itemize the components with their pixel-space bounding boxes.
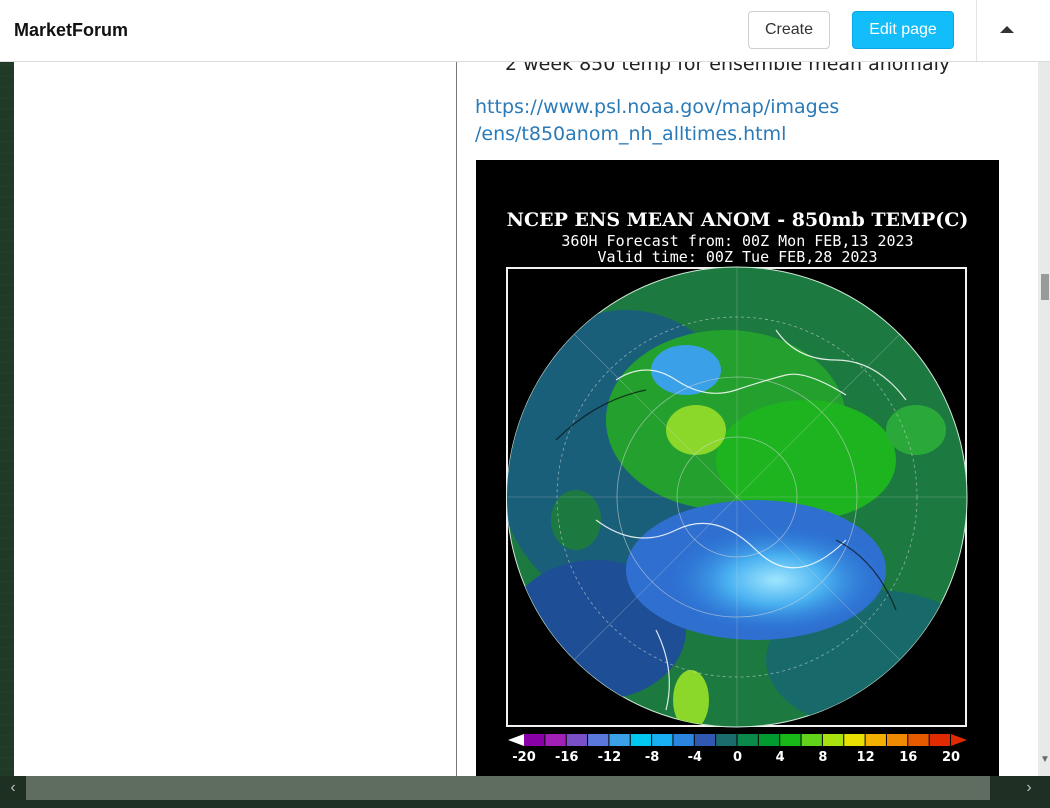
colorbar-cell <box>780 734 801 746</box>
colorbar-tick-label: -8 <box>645 750 659 765</box>
colorbar-cell <box>673 734 694 746</box>
link-line-1[interactable]: https://www.psl.noaa.gov/map/images <box>475 94 875 121</box>
edit-page-button[interactable]: Edit page <box>852 11 954 49</box>
colorbar-cell <box>524 734 545 746</box>
colorbar-cell <box>886 734 908 746</box>
vertical-scrollbar[interactable] <box>1038 62 1050 776</box>
caret-up-icon[interactable] <box>1000 26 1014 33</box>
colorbar-tick-label: 4 <box>776 750 785 765</box>
colorbar-tick-label: 8 <box>818 750 827 765</box>
colorbar-tick-label: 0 <box>733 750 742 765</box>
colorbar-cell <box>630 734 652 746</box>
colorbar-cell <box>801 734 822 746</box>
colorbar-tick-label: 12 <box>857 750 875 765</box>
colorbar-cell <box>652 734 673 746</box>
colorbar-cell <box>545 734 566 746</box>
colorbar-cell <box>737 734 758 746</box>
polar-map <box>506 266 968 728</box>
noaa-map-link[interactable]: https://www.psl.noaa.gov/map/images /ens… <box>475 94 875 148</box>
chevron-down-icon[interactable]: ▼ <box>1040 752 1050 768</box>
horizontal-scrollbar-thumb[interactable] <box>26 776 990 800</box>
colorbar-cell <box>566 734 588 746</box>
colorbar-right-arrow <box>951 734 967 746</box>
colorbar-tick-label: 20 <box>942 750 960 765</box>
chevron-left-icon[interactable]: ‹ <box>0 776 26 800</box>
colorbar-cell <box>844 734 865 746</box>
colorbar-left-arrow <box>508 734 524 746</box>
colorbar-tick-label: 16 <box>899 750 917 765</box>
colorbar-cell <box>588 734 609 746</box>
colorbar-cell <box>929 734 950 746</box>
header-divider <box>976 0 977 61</box>
create-button[interactable]: Create <box>748 11 830 49</box>
chevron-right-icon[interactable]: › <box>1016 776 1042 800</box>
site-brand[interactable]: MarketForum <box>14 20 128 41</box>
vertical-scrollbar-thumb[interactable] <box>1041 274 1049 300</box>
colorbar-cell <box>716 734 737 746</box>
colorbar-cell <box>694 734 716 746</box>
forecast-map-image: NCEP ENS MEAN ANOM - 850mb TEMP(C) 360H … <box>476 160 999 776</box>
colorbar-cell <box>758 734 780 746</box>
colorbar-tick-label: -4 <box>688 750 702 765</box>
link-line-2[interactable]: /ens/t850anom_nh_alltimes.html <box>475 121 875 148</box>
right-margin <box>1019 62 1038 776</box>
top-header: MarketForum Create Edit page <box>0 0 1050 62</box>
colorbar-cell <box>609 734 630 746</box>
colorbar: -20 -16 -12 -8 -4 0 4 8 12 16 20 <box>508 734 967 765</box>
colorbar-tick-label: -12 <box>598 750 622 765</box>
colorbar-tick-label: -20 <box>512 750 536 765</box>
colorbar-tick-label: -16 <box>555 750 579 765</box>
left-column <box>14 62 456 776</box>
colorbar-cell <box>822 734 844 746</box>
colorbar-cell <box>865 734 886 746</box>
colorbar-cell <box>908 734 929 746</box>
